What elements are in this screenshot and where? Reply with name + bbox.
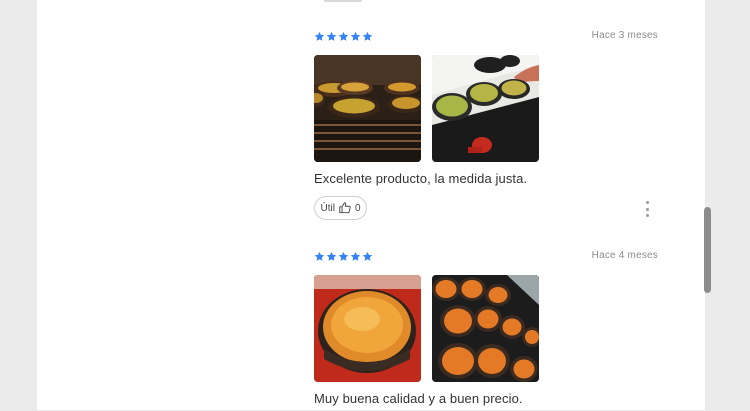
scrollbar-thumb[interactable] bbox=[704, 207, 711, 293]
star-icon bbox=[338, 31, 349, 41]
helpful-label: Útil bbox=[320, 202, 335, 214]
review-text: Excelente producto, la medida justa. bbox=[314, 171, 528, 186]
star-icon bbox=[326, 31, 337, 41]
scrollbar-track[interactable] bbox=[702, 0, 714, 410]
star-icon bbox=[350, 31, 361, 41]
review-date: Hace 4 meses bbox=[591, 250, 658, 261]
review-photo-oven[interactable] bbox=[314, 55, 421, 162]
review-photo-stove[interactable] bbox=[432, 55, 539, 162]
star-icon bbox=[362, 251, 373, 261]
review-text: Muy buena calidad y a buen precio. bbox=[314, 391, 523, 406]
star-icon bbox=[314, 31, 325, 41]
star-icon bbox=[362, 31, 373, 41]
star-rating bbox=[314, 31, 373, 43]
thumb-up-icon bbox=[339, 202, 351, 214]
review-photo-griddle[interactable] bbox=[432, 275, 539, 382]
star-icon bbox=[350, 251, 361, 261]
kebab-menu-icon[interactable] bbox=[643, 201, 651, 217]
helpful-count: 0 bbox=[354, 202, 361, 214]
star-rating bbox=[314, 251, 373, 263]
review-photo-cazuela[interactable] bbox=[314, 275, 421, 382]
review-date: Hace 3 meses bbox=[591, 30, 658, 41]
review-card: Hace 3 meses Excelente producto, la medi… bbox=[314, 30, 660, 231]
star-icon bbox=[326, 251, 337, 261]
review-card: Hace 4 meses Muy buena calidad y a buen … bbox=[314, 250, 660, 411]
star-icon bbox=[314, 251, 325, 261]
tab-indicator bbox=[324, 0, 362, 2]
star-icon bbox=[338, 251, 349, 261]
helpful-button[interactable]: Útil 0 bbox=[314, 196, 367, 220]
